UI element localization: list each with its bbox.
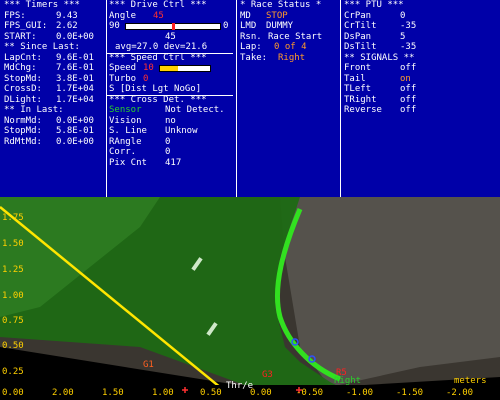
marker-label-thr: Thr/e (226, 381, 254, 391)
speed-row: Speed 10 (109, 63, 233, 74)
race-row: MD STOP (240, 10, 288, 21)
since-row: DLight: 1.7E+04 (4, 94, 94, 105)
speed-value: 10 (143, 63, 154, 73)
marker-label-right: Right (334, 376, 362, 386)
race-row: Lap: 0 of 4 (240, 42, 307, 52)
signal-row: TLeft off (344, 84, 417, 94)
x-tick: -1.50 (396, 388, 424, 398)
y-tick: 0.75 (2, 316, 24, 326)
y-tick: 1.00 (2, 291, 24, 301)
timer-row: FPS_GUI: 2.62 (4, 21, 78, 31)
in-row: NormMd: 0.0E+00 (4, 115, 94, 126)
since-row: CrossD: 1.7E+04 (4, 84, 94, 94)
x-tick: 0.00 (2, 388, 24, 398)
ptu-row: DsTilt -35 (344, 42, 417, 52)
signal-row: Reverse off (344, 105, 417, 115)
x-tick: 0.50 (200, 388, 222, 398)
since-row: StopMd: 3.8E-01 (4, 73, 94, 84)
angle-stats: avg=27.0 dev=21.6 (115, 42, 208, 52)
in-row: RdMtMd: 0.0E+00 (4, 136, 94, 147)
marker-label-g1: G1 (143, 360, 154, 370)
signal-row: Front off (344, 63, 417, 73)
x-tick: -1.00 (346, 388, 374, 398)
in-row: StopMd: 5.8E-01 (4, 126, 94, 136)
x-tick: 1.00 (152, 388, 174, 398)
marker-label-g3: G3 (262, 370, 273, 380)
drive-ctrl-header: *** Drive Ctrl *** (109, 0, 207, 10)
y-tick: 1.75 (2, 213, 24, 223)
angle-row: Angle 45 (109, 10, 164, 21)
angle-slider[interactable] (125, 23, 221, 30)
units-label: meters (454, 376, 487, 386)
cross-row: Vision no (109, 115, 176, 126)
ptu-row: CrPan 0 (344, 10, 406, 21)
race-status-panel: * Race Status * MD STOP LMD DUMMY Rsn. Race… (240, 0, 338, 197)
speed-slider[interactable] (159, 65, 211, 72)
race-row: Rsn. Race Start (240, 31, 323, 42)
since-row: LapCnt: 9.6E-01 (4, 52, 94, 63)
race-row: LMD DUMMY (240, 21, 294, 31)
panel-divider (340, 0, 341, 197)
timer-row: START: 0.0E+00 (4, 31, 94, 42)
cross-row: RAngle 0 (109, 136, 171, 147)
cross-det-header: *** Cross Det. *** (109, 94, 207, 105)
ptu-panel: *** PTU *** CrPan 0 CrTilt -35 DsPan 5 DsTi… (344, 0, 498, 197)
angle-slider-marker[interactable] (172, 23, 175, 30)
since-row: MdChg: 7.6E-01 (4, 63, 94, 73)
timer-row: FPS: 9.43 (4, 10, 78, 21)
ptu-row: CrTilt -35 (344, 21, 417, 31)
since-last-header: ** Since Last: (4, 42, 80, 52)
timers-header: *** Timers *** (4, 0, 80, 10)
signals-header: ** SIGNALS ** (344, 52, 415, 63)
x-tick: 1.50 (102, 388, 124, 398)
race-status-header: * Race Status * (240, 0, 322, 10)
floor-texture (280, 197, 500, 387)
stop-signal-row: S [Dist Lgt NoGo] (109, 84, 202, 94)
drive-ctrl-panel: *** Drive Ctrl *** Angle 45 90 0 45 avg=2… (106, 0, 233, 197)
cross-row: Pix Cnt 417 (109, 157, 182, 168)
ptu-row: DsPan 5 (344, 31, 406, 42)
signal-row: TRight off (344, 94, 417, 105)
timers-panel: *** Timers *** FPS: 9.43 FPS_GUI: 2.62 STA… (4, 0, 104, 197)
speed-slider-fill (160, 66, 178, 71)
panel-divider (106, 0, 107, 197)
x-tick: 0.00 (250, 388, 272, 398)
y-tick: 0.50 (2, 341, 24, 351)
angle-readout-row: 45 (165, 31, 176, 42)
panel-divider (236, 0, 237, 197)
angle-slider-row: 90 0 (109, 21, 229, 31)
x-tick: -2.00 (446, 388, 474, 398)
in-last-header: ** In Last: (4, 105, 64, 115)
speed-ctrl-header: *** Speed Ctrl *** (109, 52, 207, 63)
angle-value: 45 (153, 10, 164, 21)
cross-row: Corr. 0 (109, 147, 171, 157)
race-row: Take: Right (240, 52, 306, 63)
y-tick: 0.25 (2, 367, 24, 377)
signal-row: Tail on (344, 73, 411, 84)
track-view-canvas (0, 197, 500, 400)
x-tick: -0.50 (296, 388, 324, 398)
cross-row: S. Line Unknow (109, 126, 198, 136)
cross-row: Sensor Not Detect. (109, 105, 225, 115)
turbo-row: Turbo 0 (109, 73, 149, 84)
y-tick: 1.50 (2, 239, 24, 249)
track-view[interactable]: 1.75 1.50 1.25 1.00 0.75 0.50 0.25 0.00 … (0, 197, 500, 400)
x-tick: 2.00 (52, 388, 74, 398)
y-tick: 1.25 (2, 265, 24, 275)
ptu-header: *** PTU *** (344, 0, 404, 10)
